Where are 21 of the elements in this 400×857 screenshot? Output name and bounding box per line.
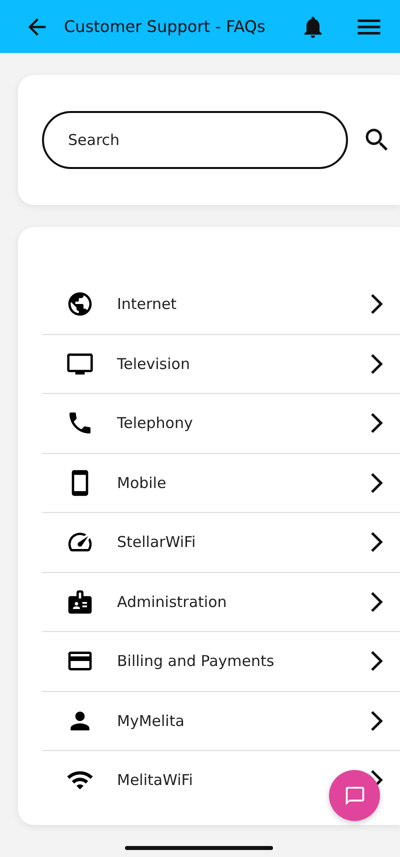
chevron-right-icon [370, 412, 384, 434]
category-item[interactable]: StellarWiFi [42, 512, 400, 572]
chevron-right-icon [370, 531, 384, 554]
chevron-right-icon [370, 352, 384, 375]
chevron-right-icon [370, 590, 384, 613]
category-item[interactable]: Internet [42, 275, 400, 334]
chevron-right-icon [370, 293, 384, 316]
chevron-right-icon [370, 472, 384, 494]
category-item[interactable]: Mobile [42, 452, 400, 512]
id-badge-icon [66, 588, 94, 616]
category-item[interactable]: MyMelita [42, 690, 400, 750]
chevron-right-icon [370, 710, 384, 732]
category-item[interactable]: Billing and Payments [42, 631, 400, 690]
page-title: Customer Support - FAQs [64, 17, 266, 36]
search-field[interactable]: Search [42, 111, 348, 169]
chevron-right-icon [370, 650, 384, 672]
category-item[interactable]: Telephony [42, 393, 400, 452]
globe-icon [66, 290, 94, 318]
chat-bubble-icon [344, 784, 366, 806]
category-item[interactable]: Television [42, 334, 400, 393]
category-item[interactable]: Administration [42, 572, 400, 631]
